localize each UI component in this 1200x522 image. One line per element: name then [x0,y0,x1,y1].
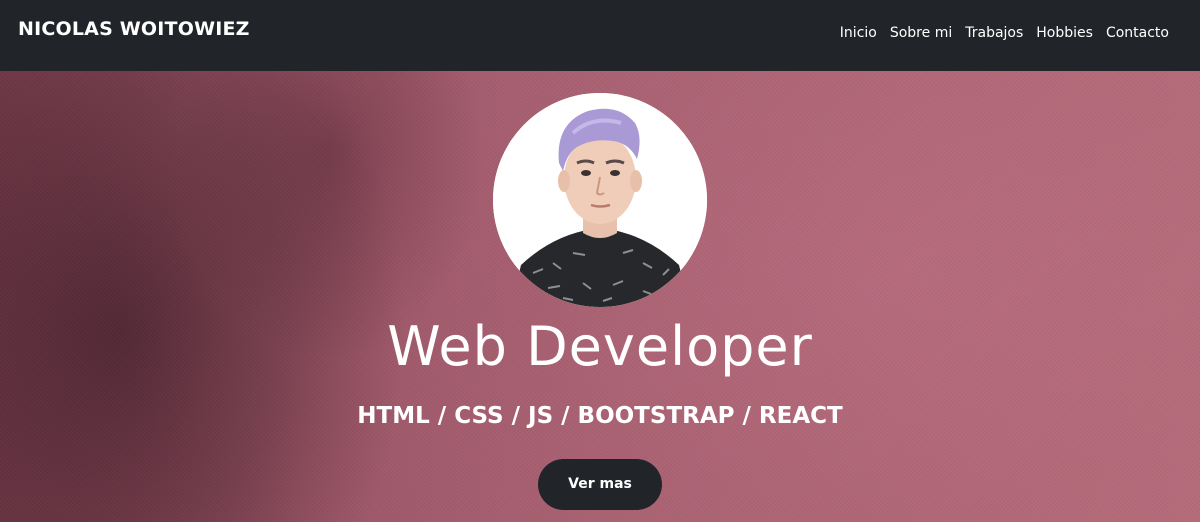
ver-mas-button[interactable]: Ver mas [538,459,662,510]
hero-tech-stack: HTML / CSS / JS / BOOTSTRAP / REACT [357,403,843,429]
profile-avatar [493,93,707,307]
profile-portrait-image [493,93,707,307]
nav-link-inicio[interactable]: Inicio [840,25,877,41]
nav-link-sobre-mi[interactable]: Sobre mi [890,25,952,41]
nav-links: Inicio Sobre mi Trabajos Hobbies Contact… [840,25,1169,41]
nav-link-trabajos[interactable]: Trabajos [965,25,1023,41]
nav-link-hobbies[interactable]: Hobbies [1036,25,1093,41]
nav-link-contacto[interactable]: Contacto [1106,25,1169,41]
brand-logo-link[interactable]: NICOLAS WOITOWIEZ [18,18,250,40]
navbar: NICOLAS WOITOWIEZ Inicio Sobre mi Trabaj… [0,0,1200,71]
hero-section: Web Developer HTML / CSS / JS / BOOTSTRA… [0,71,1200,522]
hero-title: Web Developer [387,315,813,378]
